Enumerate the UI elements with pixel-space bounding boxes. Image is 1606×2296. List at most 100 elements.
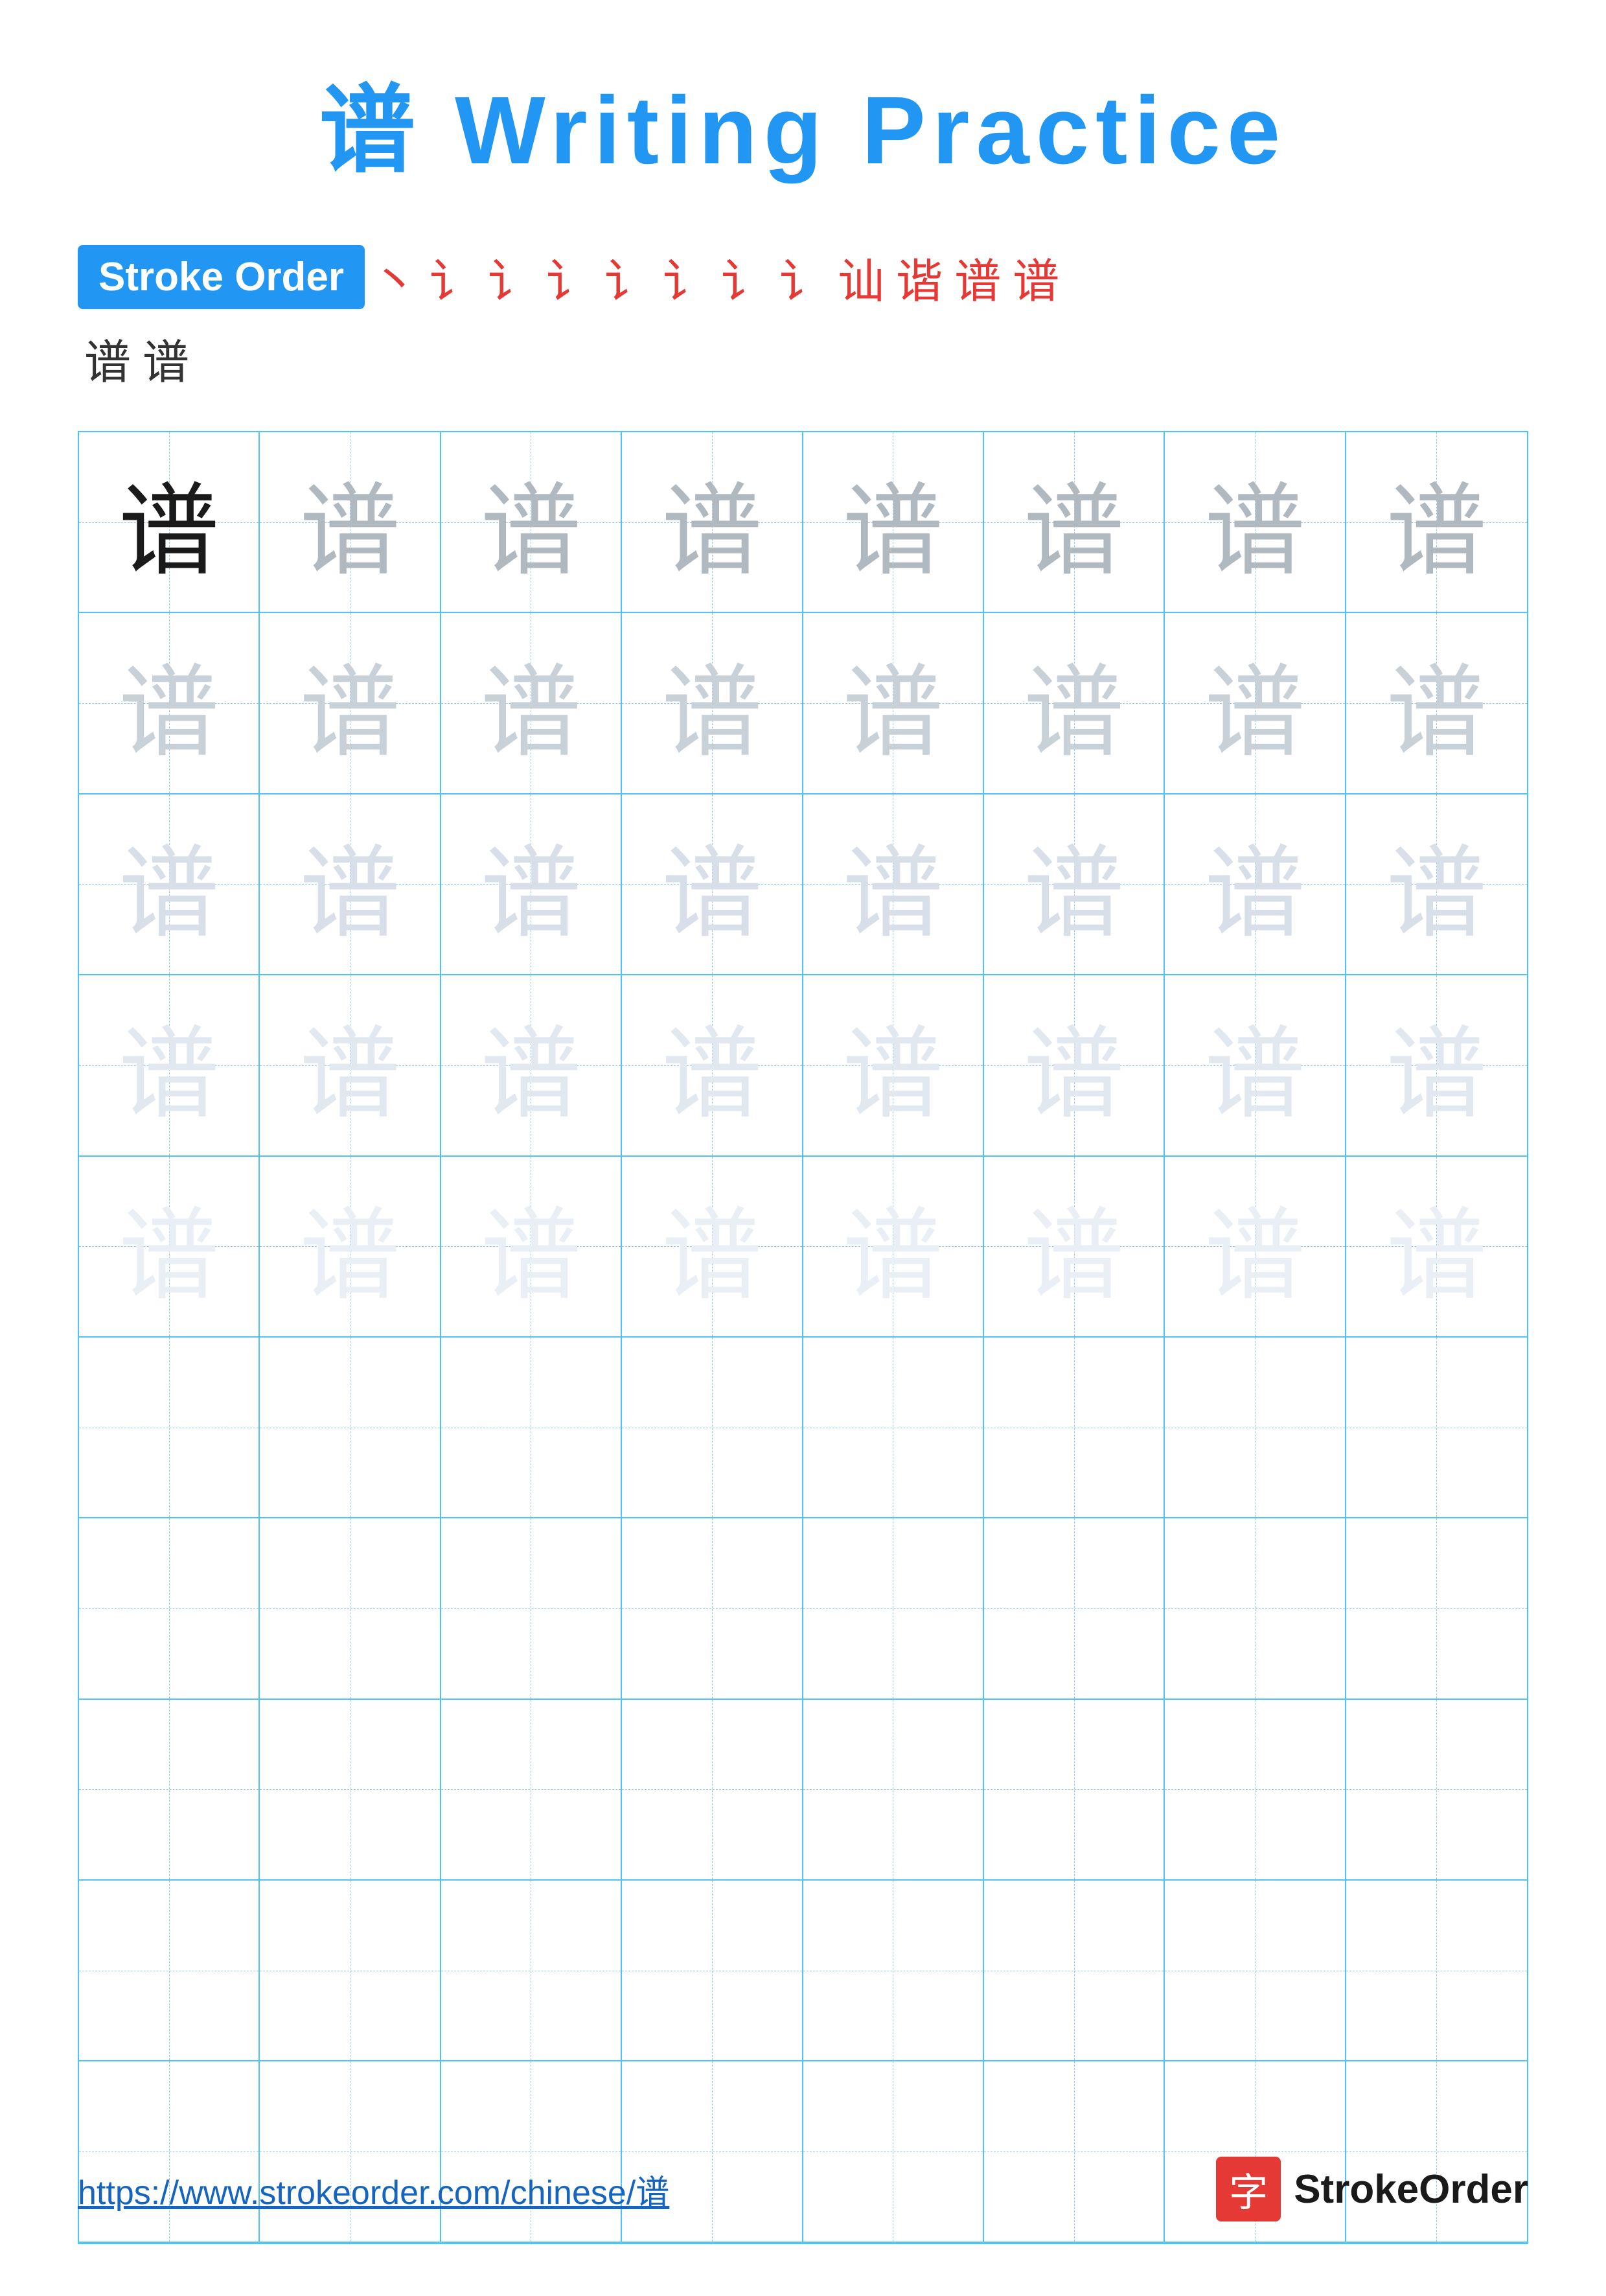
grid-cell-r4c7[interactable]: 谱 — [1165, 975, 1346, 1156]
grid-cell-r9c3[interactable] — [441, 1881, 622, 2061]
grid-char: 谱 — [1386, 1174, 1487, 1319]
grid-char: 谱 — [119, 992, 219, 1138]
grid-cell-r4c4[interactable]: 谱 — [622, 975, 803, 1156]
grid-char: 谱 — [1386, 811, 1487, 957]
grid-cell-r7c1[interactable] — [79, 1518, 260, 1699]
grid-cell-r4c8[interactable]: 谱 — [1346, 975, 1527, 1156]
grid-cell-r6c1[interactable] — [79, 1338, 260, 1518]
grid-cell-r1c2[interactable]: 谱 — [260, 432, 441, 613]
grid-cell-r5c7[interactable]: 谱 — [1165, 1157, 1346, 1338]
stroke-step-11: 谱 — [954, 243, 1001, 311]
grid-cell-r5c6[interactable]: 谱 — [984, 1157, 1165, 1338]
grid-cell-r1c1[interactable]: 谱 — [79, 432, 260, 613]
grid-cell-r7c4[interactable] — [622, 1518, 803, 1699]
grid-cell-r4c1[interactable]: 谱 — [79, 975, 260, 1156]
grid-char: 谱 — [300, 449, 400, 595]
grid-cell-r7c3[interactable] — [441, 1518, 622, 1699]
footer-logo-icon: 字 — [1216, 2157, 1281, 2221]
grid-char: 谱 — [843, 992, 943, 1138]
grid-cell-r2c3[interactable]: 谱 — [441, 613, 622, 794]
grid-cell-r9c5[interactable] — [803, 1881, 984, 2061]
grid-char: 谱 — [481, 992, 581, 1138]
grid-cell-r8c3[interactable] — [441, 1700, 622, 1881]
grid-cell-r5c3[interactable]: 谱 — [441, 1157, 622, 1338]
grid-cell-r5c1[interactable]: 谱 — [79, 1157, 260, 1338]
stroke-step-6: 讠 — [663, 243, 709, 311]
grid-char: 谱 — [300, 631, 400, 776]
grid-char: 谱 — [1204, 631, 1305, 776]
grid-cell-r6c6[interactable] — [984, 1338, 1165, 1518]
stroke-final-2: 谱 — [143, 324, 189, 392]
grid-cell-r2c8[interactable]: 谱 — [1346, 613, 1527, 794]
grid-cell-r8c1[interactable] — [79, 1700, 260, 1881]
grid-cell-r2c7[interactable]: 谱 — [1165, 613, 1346, 794]
grid-cell-r8c7[interactable] — [1165, 1700, 1346, 1881]
grid-cell-r2c4[interactable]: 谱 — [622, 613, 803, 794]
grid-cell-r1c7[interactable]: 谱 — [1165, 432, 1346, 613]
grid-cell-r9c7[interactable] — [1165, 1881, 1346, 2061]
grid-char: 谱 — [481, 631, 581, 776]
grid-cell-r8c4[interactable] — [622, 1700, 803, 1881]
grid-cell-r1c6[interactable]: 谱 — [984, 432, 1165, 613]
grid-cell-r5c4[interactable]: 谱 — [622, 1157, 803, 1338]
grid-cell-r1c8[interactable]: 谱 — [1346, 432, 1527, 613]
footer-brand-name: StrokeOrder — [1294, 2166, 1528, 2212]
grid-cell-r9c1[interactable] — [79, 1881, 260, 2061]
grid-cell-r9c6[interactable] — [984, 1881, 1165, 2061]
grid-cell-r1c5[interactable]: 谱 — [803, 432, 984, 613]
grid-char: 谱 — [481, 811, 581, 957]
grid-cell-r5c8[interactable]: 谱 — [1346, 1157, 1527, 1338]
grid-cell-r9c2[interactable] — [260, 1881, 441, 2061]
grid-char: 谱 — [661, 992, 762, 1138]
grid-cell-r6c5[interactable] — [803, 1338, 984, 1518]
grid-cell-r2c1[interactable]: 谱 — [79, 613, 260, 794]
grid-cell-r2c2[interactable]: 谱 — [260, 613, 441, 794]
grid-cell-r7c5[interactable] — [803, 1518, 984, 1699]
grid-cell-r5c5[interactable]: 谱 — [803, 1157, 984, 1338]
grid-cell-r4c5[interactable]: 谱 — [803, 975, 984, 1156]
grid-cell-r7c6[interactable] — [984, 1518, 1165, 1699]
stroke-step-1: 丶 — [371, 243, 418, 311]
page-title: 谱 Writing Practice — [319, 52, 1287, 191]
grid-cell-r8c6[interactable] — [984, 1700, 1165, 1881]
grid-cell-r6c8[interactable] — [1346, 1338, 1527, 1518]
stroke-order-section: Stroke Order 丶 讠 讠 讠 讠 讠 讠 讠 讪 谐 谱 谱 谱 谱 — [78, 243, 1528, 392]
grid-cell-r4c3[interactable]: 谱 — [441, 975, 622, 1156]
grid-cell-r3c1[interactable]: 谱 — [79, 794, 260, 975]
grid-cell-r6c7[interactable] — [1165, 1338, 1346, 1518]
grid-cell-r3c7[interactable]: 谱 — [1165, 794, 1346, 975]
grid-cell-r3c4[interactable]: 谱 — [622, 794, 803, 975]
grid-cell-r6c3[interactable] — [441, 1338, 622, 1518]
grid-char: 谱 — [300, 1174, 400, 1319]
grid-char: 谱 — [481, 449, 581, 595]
grid-cell-r3c8[interactable]: 谱 — [1346, 794, 1527, 975]
grid-cell-r3c6[interactable]: 谱 — [984, 794, 1165, 975]
grid-cell-r5c2[interactable]: 谱 — [260, 1157, 441, 1338]
grid-cell-r9c4[interactable] — [622, 1881, 803, 2061]
grid-cell-r1c4[interactable]: 谱 — [622, 432, 803, 613]
grid-char: 谱 — [661, 1174, 762, 1319]
grid-cell-r7c8[interactable] — [1346, 1518, 1527, 1699]
grid-cell-r7c7[interactable] — [1165, 1518, 1346, 1699]
stroke-step-9: 讪 — [838, 243, 884, 311]
grid-cell-r8c8[interactable] — [1346, 1700, 1527, 1881]
stroke-final-1: 谱 — [84, 324, 131, 392]
grid-cell-r1c3[interactable]: 谱 — [441, 432, 622, 613]
grid-cell-r4c6[interactable]: 谱 — [984, 975, 1165, 1156]
grid-cell-r8c2[interactable] — [260, 1700, 441, 1881]
grid-cell-r3c3[interactable]: 谱 — [441, 794, 622, 975]
grid-char: 谱 — [481, 1174, 581, 1319]
grid-cell-r3c5[interactable]: 谱 — [803, 794, 984, 975]
grid-cell-r8c5[interactable] — [803, 1700, 984, 1881]
grid-cell-r2c5[interactable]: 谱 — [803, 613, 984, 794]
grid-char: 谱 — [1204, 992, 1305, 1138]
grid-cell-r3c2[interactable]: 谱 — [260, 794, 441, 975]
grid-cell-r6c2[interactable] — [260, 1338, 441, 1518]
grid-cell-r4c2[interactable]: 谱 — [260, 975, 441, 1156]
grid-cell-r2c6[interactable]: 谱 — [984, 613, 1165, 794]
stroke-step-7: 讠 — [721, 243, 768, 311]
grid-cell-r7c2[interactable] — [260, 1518, 441, 1699]
grid-cell-r6c4[interactable] — [622, 1338, 803, 1518]
grid-cell-r9c8[interactable] — [1346, 1881, 1527, 2061]
footer-url[interactable]: https://www.strokeorder.com/chinese/谱 — [78, 2165, 669, 2214]
